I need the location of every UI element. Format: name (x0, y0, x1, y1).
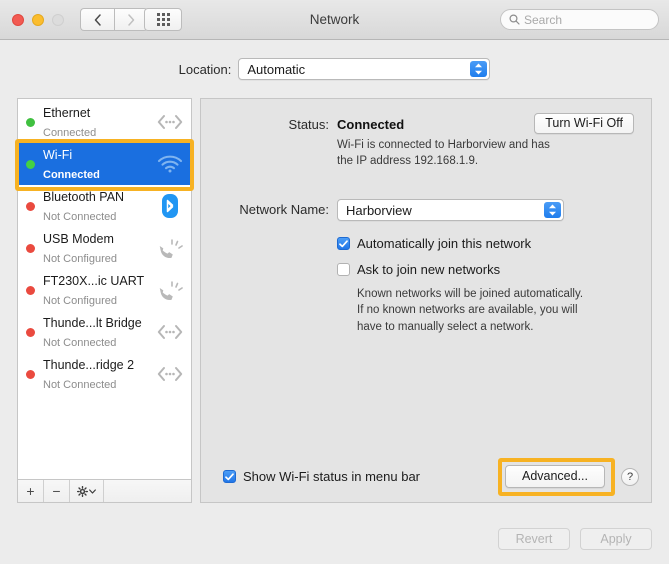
ask-join-checkbox-row[interactable]: Ask to join new networks (337, 262, 587, 277)
remove-service-button[interactable]: − (44, 480, 70, 502)
service-actions-button[interactable] (70, 480, 104, 502)
search-input[interactable] (524, 12, 650, 27)
bluetooth-icon (155, 193, 185, 219)
show-status-label: Show Wi-Fi status in menu bar (243, 469, 421, 484)
search-field[interactable] (500, 9, 659, 30)
location-value: Automatic (247, 61, 306, 77)
location-row: Location: Automatic (0, 58, 669, 80)
ethernet-icon (155, 324, 185, 340)
status-dot (26, 285, 35, 295)
ethernet-icon (155, 366, 185, 382)
service-item-thunderbolt-bridge-2[interactable]: Thunde...ridge 2 Not Connected (18, 353, 191, 395)
search-icon (509, 14, 520, 25)
title-bar: Network (0, 0, 669, 40)
service-item-wifi[interactable]: Wi-Fi Connected (18, 143, 191, 185)
sidebar-footer-spacer (104, 480, 191, 502)
service-status: Connected (43, 127, 97, 139)
service-status: Not Connected (43, 379, 117, 391)
service-name: Thunde...ridge 2 (43, 357, 135, 372)
service-status: Not Connected (43, 337, 117, 349)
apply-button: Apply (580, 528, 652, 550)
checkmark-icon (225, 472, 234, 480)
auto-join-checkbox-row[interactable]: Automatically join this network (337, 236, 587, 251)
status-description: Wi-Fi is connected to Harborview and has… (337, 139, 550, 168)
service-item-thunderbolt-bridge[interactable]: Thunde...lt Bridge Not Connected (18, 311, 191, 353)
location-popup-button[interactable]: Automatic (238, 58, 491, 80)
service-item-usb-modem[interactable]: USB Modem Not Configured (18, 227, 191, 269)
status-dot (26, 117, 35, 127)
footer-actions: Revert Apply (498, 528, 652, 550)
sidebar-footer: + − (18, 479, 191, 502)
wifi-icon (155, 155, 185, 173)
ask-join-checkbox[interactable] (337, 263, 350, 276)
turn-wifi-off-button[interactable]: Turn Wi-Fi Off (534, 113, 634, 134)
status-dot (26, 369, 35, 379)
service-name: Wi-Fi (43, 147, 73, 162)
service-name: FT230X...ic UART (43, 273, 145, 288)
ethernet-icon (155, 114, 185, 130)
revert-button: Revert (498, 528, 570, 550)
network-name-stepper-icon[interactable] (544, 202, 561, 218)
network-name-popup-button[interactable]: Harborview (337, 199, 564, 221)
ask-join-label: Ask to join new networks (357, 262, 501, 277)
show-status-checkbox-row[interactable]: Show Wi-Fi status in menu bar (223, 469, 420, 484)
service-status: Not Connected (43, 211, 117, 223)
wifi-settings-panel: Status: Connected Turn Wi-Fi Off Wi-Fi i… (200, 98, 652, 503)
service-status: Connected (43, 169, 100, 181)
advanced-button[interactable]: Advanced... (504, 465, 605, 488)
services-list: Ethernet Connected Wi-Fi Connected Bluet… (18, 99, 191, 479)
chevron-down-icon (89, 488, 96, 494)
service-item-ethernet[interactable]: Ethernet Connected (18, 101, 191, 143)
service-name: Bluetooth PAN (43, 189, 125, 204)
location-label: Location: (178, 61, 232, 77)
status-dot (26, 201, 35, 211)
network-preferences-window: Network Location: Automatic Ethernet (0, 0, 669, 564)
service-item-bluetooth-pan[interactable]: Bluetooth PAN Not Connected (18, 185, 191, 227)
service-name: USB Modem (43, 231, 114, 246)
service-name: Ethernet (43, 105, 91, 120)
checkmark-icon (339, 239, 348, 247)
service-status: Not Configured (43, 253, 117, 265)
modem-icon (155, 236, 185, 260)
location-stepper-icon[interactable] (470, 61, 488, 77)
service-status: Not Configured (43, 295, 117, 307)
network-name-row: Network Name: Harborview (201, 199, 651, 221)
status-value: Connected (337, 117, 405, 132)
add-service-button[interactable]: + (18, 480, 44, 502)
status-dot (26, 327, 35, 337)
auto-join-checkbox[interactable] (337, 237, 350, 250)
status-dot (26, 243, 35, 253)
service-name: Thunde...lt Bridge (43, 315, 142, 330)
gear-icon (77, 485, 88, 497)
network-name-label: Network Name: (239, 202, 329, 217)
network-options: Automatically join this network Ask to j… (337, 236, 587, 335)
service-item-ft230x-uart[interactable]: FT230X...ic UART Not Configured (18, 269, 191, 311)
auto-join-label: Automatically join this network (357, 236, 532, 251)
status-label: Status: (288, 117, 329, 132)
show-status-checkbox[interactable] (223, 470, 236, 483)
services-sidebar: Ethernet Connected Wi-Fi Connected Bluet… (17, 98, 192, 503)
modem-icon (155, 278, 185, 302)
ask-join-note: Known networks will be joined automatica… (357, 288, 584, 333)
status-dot (26, 159, 35, 169)
network-name-value: Harborview (346, 202, 412, 218)
help-button[interactable]: ? (621, 468, 639, 486)
